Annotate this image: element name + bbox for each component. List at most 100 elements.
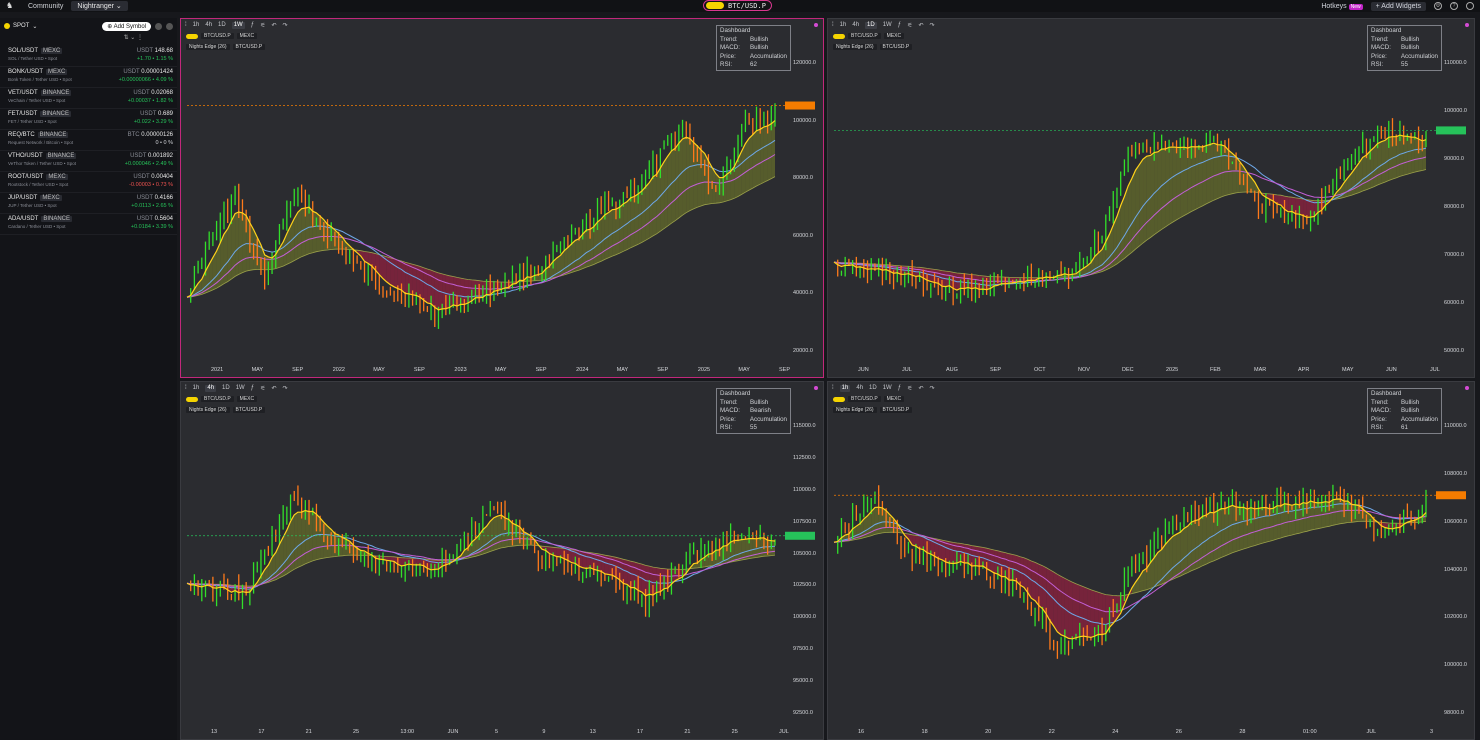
- help-icon[interactable]: ?: [1450, 2, 1458, 10]
- timeframe-button[interactable]: 1D: [222, 385, 230, 392]
- compare-icon[interactable]: ⚟: [260, 385, 265, 392]
- x-axis-tick: APR: [1298, 367, 1310, 373]
- community-link[interactable]: Community: [28, 3, 63, 10]
- redo-icon[interactable]: ↷: [929, 385, 934, 392]
- minus-icon[interactable]: [155, 22, 162, 30]
- y-axis-tick: 102500.0: [793, 582, 816, 589]
- redo-icon[interactable]: ↷: [929, 22, 934, 29]
- timeframe-button[interactable]: 1W: [236, 385, 245, 392]
- sort-controls[interactable]: ⇅ ⌄ ⋮: [0, 34, 177, 46]
- timeframe-button[interactable]: 1D: [218, 22, 226, 29]
- panel-link-dot-icon[interactable]: [1465, 23, 1469, 27]
- watchlist-item[interactable]: ADA/USDT BINANCE Cardano / Tether USD • S…: [0, 214, 177, 235]
- app-logo-icon[interactable]: ♞: [6, 2, 16, 10]
- indicator-legend[interactable]: Nights Edge (26) BTC/USD.P: [186, 44, 266, 50]
- ribbon-segment: [1206, 144, 1211, 204]
- timeframe-button[interactable]: 4h: [852, 22, 859, 29]
- ribbon-segment: [1176, 532, 1181, 578]
- chart-panel[interactable]: ⁞ 1h 4h 1D 1W ƒ ⚟ ↶ ↷ BTC/USD.P MEXC Nights …: [180, 381, 824, 740]
- timeframe-button[interactable]: 1W: [231, 22, 245, 29]
- compare-icon[interactable]: ⚟: [907, 22, 912, 29]
- ribbon-segment: [1373, 143, 1378, 187]
- compare-icon[interactable]: ⚟: [260, 22, 265, 29]
- timeframe-button[interactable]: 1h: [840, 22, 847, 29]
- refresh-icon[interactable]: [166, 22, 173, 30]
- hotkeys-button[interactable]: Hotkeys New: [1321, 3, 1363, 10]
- redo-icon[interactable]: ↷: [282, 22, 287, 29]
- symbol-description: Request Network / Bitcoin • Spot: [8, 140, 74, 145]
- indicator-legend[interactable]: Nights Edge (26) BTC/USD.P: [186, 407, 266, 413]
- timeframe-button[interactable]: 1D: [869, 385, 877, 392]
- symbol-color-pill: [186, 396, 198, 402]
- watchlist-item[interactable]: ROOT/USDT MEXC Rootstock / Tether USD • S…: [0, 172, 177, 193]
- watchlist-item[interactable]: BONK/USDT MEXC Bonk Token / Tether USD • …: [0, 67, 177, 88]
- indicator-icon[interactable]: ƒ: [251, 22, 254, 29]
- indicator-icon[interactable]: ƒ: [898, 22, 901, 29]
- panel-link-dot-icon[interactable]: [814, 23, 818, 27]
- indicator-icon[interactable]: ƒ: [898, 385, 901, 392]
- undo-icon[interactable]: ↶: [271, 385, 276, 392]
- price-chart[interactable]: [828, 19, 1475, 378]
- avatar[interactable]: [1466, 2, 1474, 10]
- watchlist-selector[interactable]: SPOT ⌄: [4, 23, 37, 30]
- ribbon-segment: [756, 129, 761, 187]
- watchlist-item[interactable]: SOL/USDT MEXC SOL / Tether USD • Spot USD…: [0, 46, 177, 67]
- watchlist-item-left: VET/USDT BINANCE VeChain / Tether USD • S…: [8, 90, 72, 108]
- undo-icon[interactable]: ↶: [918, 22, 923, 29]
- drag-handle-icon[interactable]: ⁞: [832, 385, 834, 392]
- timeframe-button[interactable]: 4h: [205, 385, 217, 392]
- y-axis-tick: 106000.0: [1444, 518, 1467, 525]
- indicator-legend[interactable]: Nights Edge (26) BTC/USD.P: [833, 44, 913, 50]
- chart-panel[interactable]: ⁞ 1h 4h 1D 1W ƒ ⚟ ↶ ↷ BTC/USD.P MEXC Nights …: [827, 381, 1475, 740]
- rsi-value: 62: [750, 61, 757, 68]
- compare-icon[interactable]: ⚟: [907, 385, 912, 392]
- add-widgets-button[interactable]: + Add Widgets: [1370, 1, 1426, 11]
- symbol-legend[interactable]: BTC/USD.P MEXC: [833, 33, 905, 39]
- price-chart[interactable]: [181, 382, 824, 740]
- timeframe-button[interactable]: 1h: [193, 22, 200, 29]
- active-ticker-button[interactable]: BTC/USD.P: [703, 0, 772, 11]
- indicator-icon[interactable]: ƒ: [251, 385, 254, 392]
- panel-link-dot-icon[interactable]: [1465, 386, 1469, 390]
- panel-link-dot-icon[interactable]: [814, 386, 818, 390]
- timeframe-button[interactable]: 4h: [856, 385, 863, 392]
- user-selector[interactable]: Nightranger ⌄: [71, 1, 128, 11]
- timeframe-button[interactable]: 1W: [883, 22, 892, 29]
- chart-toolbar: ⁞ 1h 4h 1D 1W ƒ ⚟ ↶ ↷: [832, 22, 935, 29]
- add-symbol-button[interactable]: ⊕ Add Symbol: [102, 21, 151, 31]
- symbol-legend[interactable]: BTC/USD.P MEXC: [833, 396, 905, 402]
- timeframe-button[interactable]: 1h: [839, 385, 851, 392]
- symbol-legend[interactable]: BTC/USD.P MEXC: [186, 396, 258, 402]
- ribbon-segment: [1131, 170, 1136, 253]
- dashboard-box: Dashboard Trend: Bullish MACD: Bullish Pri…: [716, 25, 791, 71]
- price-chart[interactable]: [181, 19, 824, 378]
- watchlist-item-right: USDT 0.5604 +0.0184 • 3.39 %: [131, 216, 173, 234]
- symbol-legend[interactable]: BTC/USD.P MEXC: [186, 33, 258, 39]
- timeframe-button[interactable]: 1W: [883, 385, 892, 392]
- timeframe-button[interactable]: 4h: [205, 22, 212, 29]
- undo-icon[interactable]: ↶: [918, 385, 923, 392]
- x-axis-tick: SEP: [535, 367, 547, 373]
- chart-panel[interactable]: ⁞ 1h 4h 1D 1W ƒ ⚟ ↶ ↷ BTC/USD.P MEXC Nights …: [180, 18, 824, 378]
- chart-panel[interactable]: ⁞ 1h 4h 1D 1W ƒ ⚟ ↶ ↷ BTC/USD.P MEXC Nights …: [827, 18, 1475, 378]
- redo-icon[interactable]: ↷: [282, 385, 287, 392]
- watchlist-item-right: USDT 0.001892 +0.000046 • 2.49 %: [125, 153, 173, 171]
- watchlist-item[interactable]: REQ/BTC BINANCE Request Network / Bitcoin…: [0, 130, 177, 151]
- x-axis-tick: MAY: [495, 367, 507, 373]
- price-chart[interactable]: [828, 382, 1475, 740]
- drag-handle-icon[interactable]: ⁞: [832, 22, 834, 29]
- settings-icon[interactable]: ⚙: [1434, 2, 1442, 10]
- trend-value: Bullish: [1401, 398, 1420, 406]
- x-axis-tick: 13:00: [400, 729, 415, 735]
- timeframe-button[interactable]: 1h: [193, 385, 200, 392]
- undo-icon[interactable]: ↶: [271, 22, 276, 29]
- watchlist-item[interactable]: JUP/USDT MEXC JUP / Tether USD • Spot USD…: [0, 193, 177, 214]
- drag-handle-icon[interactable]: ⁞: [185, 385, 187, 392]
- indicator-legend[interactable]: Nights Edge (26) BTC/USD.P: [833, 407, 913, 413]
- indicator-name: Nights Edge (26): [833, 44, 877, 50]
- timeframe-button[interactable]: 1D: [865, 22, 877, 29]
- drag-handle-icon[interactable]: ⁞: [185, 22, 187, 29]
- watchlist-item[interactable]: FET/USDT BINANCE FET / Tether USD • Spot …: [0, 109, 177, 130]
- watchlist-item[interactable]: VTHO/USDT BINANCE VeThor Token / Tether U…: [0, 151, 177, 172]
- watchlist-item[interactable]: VET/USDT BINANCE VeChain / Tether USD • S…: [0, 88, 177, 109]
